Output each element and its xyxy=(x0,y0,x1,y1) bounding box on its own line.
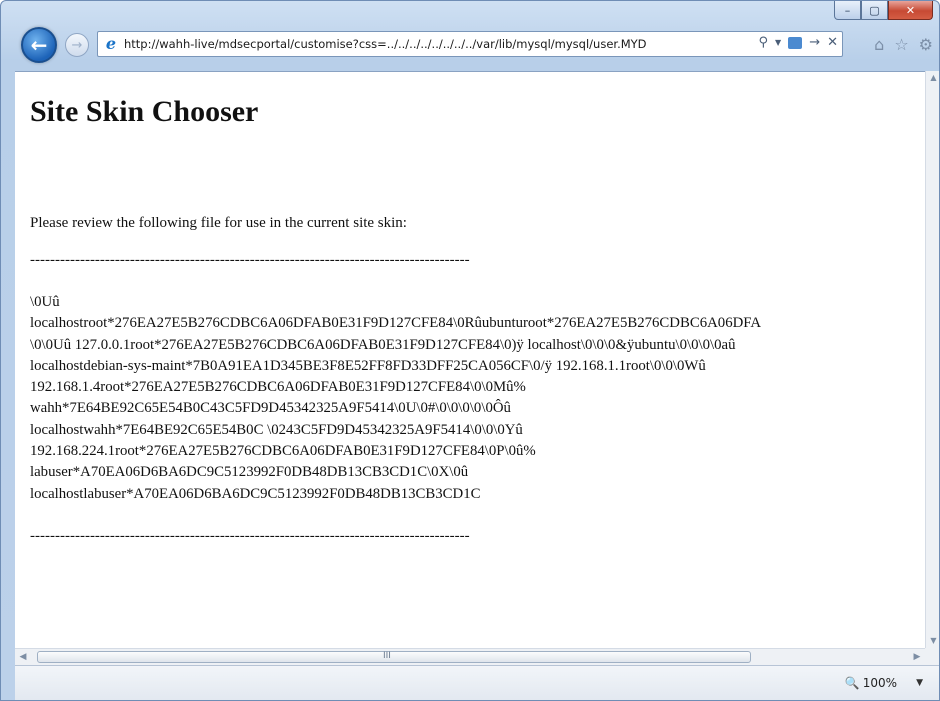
scroll-right-icon[interactable]: ▶ xyxy=(909,649,925,666)
dump-line: localhostdebian-sys-maint*7B0A91EA1D345B… xyxy=(30,357,706,374)
stop-icon[interactable]: ✕ xyxy=(827,35,838,50)
dump-line: \0Uû xyxy=(30,294,60,310)
page-content: Site Skin Chooser Please review the foll… xyxy=(15,72,925,649)
scroll-up-icon[interactable]: ▲ xyxy=(926,71,939,85)
back-button[interactable]: ← xyxy=(21,27,57,63)
dump-line: localhostwahh*7E64BE92C65E54B0C \0243C5F… xyxy=(30,421,523,438)
dump-line: 192.168.1.4root*276EA27E5B276CDBC6A06DFA… xyxy=(30,379,526,396)
scrollbar-corner xyxy=(925,648,939,665)
zoom-icon: 🔍 xyxy=(844,676,860,690)
compatibility-view-icon[interactable] xyxy=(788,36,803,49)
star-icon[interactable]: ☆ xyxy=(894,35,908,54)
home-icon[interactable]: ⌂ xyxy=(874,35,884,54)
maximize-button[interactable]: ▢ xyxy=(861,1,888,20)
scrollbar-thumb[interactable]: III xyxy=(37,651,751,663)
zoom-level: 100% xyxy=(862,676,897,690)
page-viewport: Site Skin Chooser Please review the foll… xyxy=(15,71,925,648)
vertical-scrollbar[interactable]: ▲ ▼ xyxy=(925,71,939,648)
separator-top: ----------------------------------------… xyxy=(30,252,470,268)
dump-line: wahh*7E64BE92C65E54B0C43C5FD9D45342325A9… xyxy=(30,400,511,417)
gear-icon[interactable]: ⚙ xyxy=(919,35,933,54)
scrollbar-grip: III xyxy=(383,651,391,661)
separator-bottom: ----------------------------------------… xyxy=(30,527,470,544)
scroll-left-icon[interactable]: ◀ xyxy=(15,649,31,666)
dump-line: localhostroot*276EA27E5B276CDBC6A06DFAB0… xyxy=(30,315,762,332)
navigation-bar: ← → e http://wahh-live/mdsecportal/custo… xyxy=(1,23,939,67)
zoom-control[interactable]: 🔍 100% xyxy=(845,676,897,690)
caption-buttons: – ▢ ✕ xyxy=(834,1,933,20)
file-dump: \0Uû localhostroot*276EA27E5B276CDBC6A06… xyxy=(30,292,925,505)
scroll-down-icon[interactable]: ▼ xyxy=(926,634,939,648)
internet-explorer-icon: e xyxy=(105,34,117,53)
arrow-left-icon: ← xyxy=(30,33,48,57)
url-text[interactable]: http://wahh-live/mdsecportal/customise?c… xyxy=(124,37,720,51)
zoom-dropdown-icon[interactable]: ▼ xyxy=(916,678,923,688)
address-bar-tools: ⚲ ▼ → ✕ xyxy=(759,35,839,50)
dump-line: 192.168.224.1root*276EA27E5B276CDBC6A06D… xyxy=(30,443,536,460)
search-icon[interactable]: ⚲ xyxy=(759,35,769,50)
horizontal-scrollbar[interactable]: ◀ III ▶ xyxy=(15,648,925,665)
command-icons: ⌂ ☆ ⚙ xyxy=(874,35,933,54)
dropdown-icon[interactable]: ▼ xyxy=(775,38,781,47)
browser-window: – ▢ ✕ ← → e http://wahh-live/mdsecportal… xyxy=(0,0,940,701)
dump-line: labuser*A70EA06D6BA6DC9C5123992F0DB48DB1… xyxy=(30,464,469,481)
forward-button[interactable]: → xyxy=(65,33,89,57)
go-icon[interactable]: → xyxy=(809,35,820,50)
arrow-right-icon: → xyxy=(71,37,83,53)
close-button[interactable]: ✕ xyxy=(888,1,933,20)
intro-text: Please review the following file for use… xyxy=(30,215,407,231)
dump-line: localhostlabuser*A70EA06D6BA6DC9C5123992… xyxy=(30,485,481,502)
status-bar: 🔍 100% ▼ xyxy=(15,665,939,700)
page-title: Site Skin Chooser xyxy=(30,95,259,128)
address-bar[interactable]: e http://wahh-live/mdsecportal/customise… xyxy=(97,31,843,57)
dump-line: \0\0Uû 127.0.0.1root*276EA27E5B276CDBC6A… xyxy=(30,336,736,353)
minimize-button[interactable]: – xyxy=(834,1,861,20)
